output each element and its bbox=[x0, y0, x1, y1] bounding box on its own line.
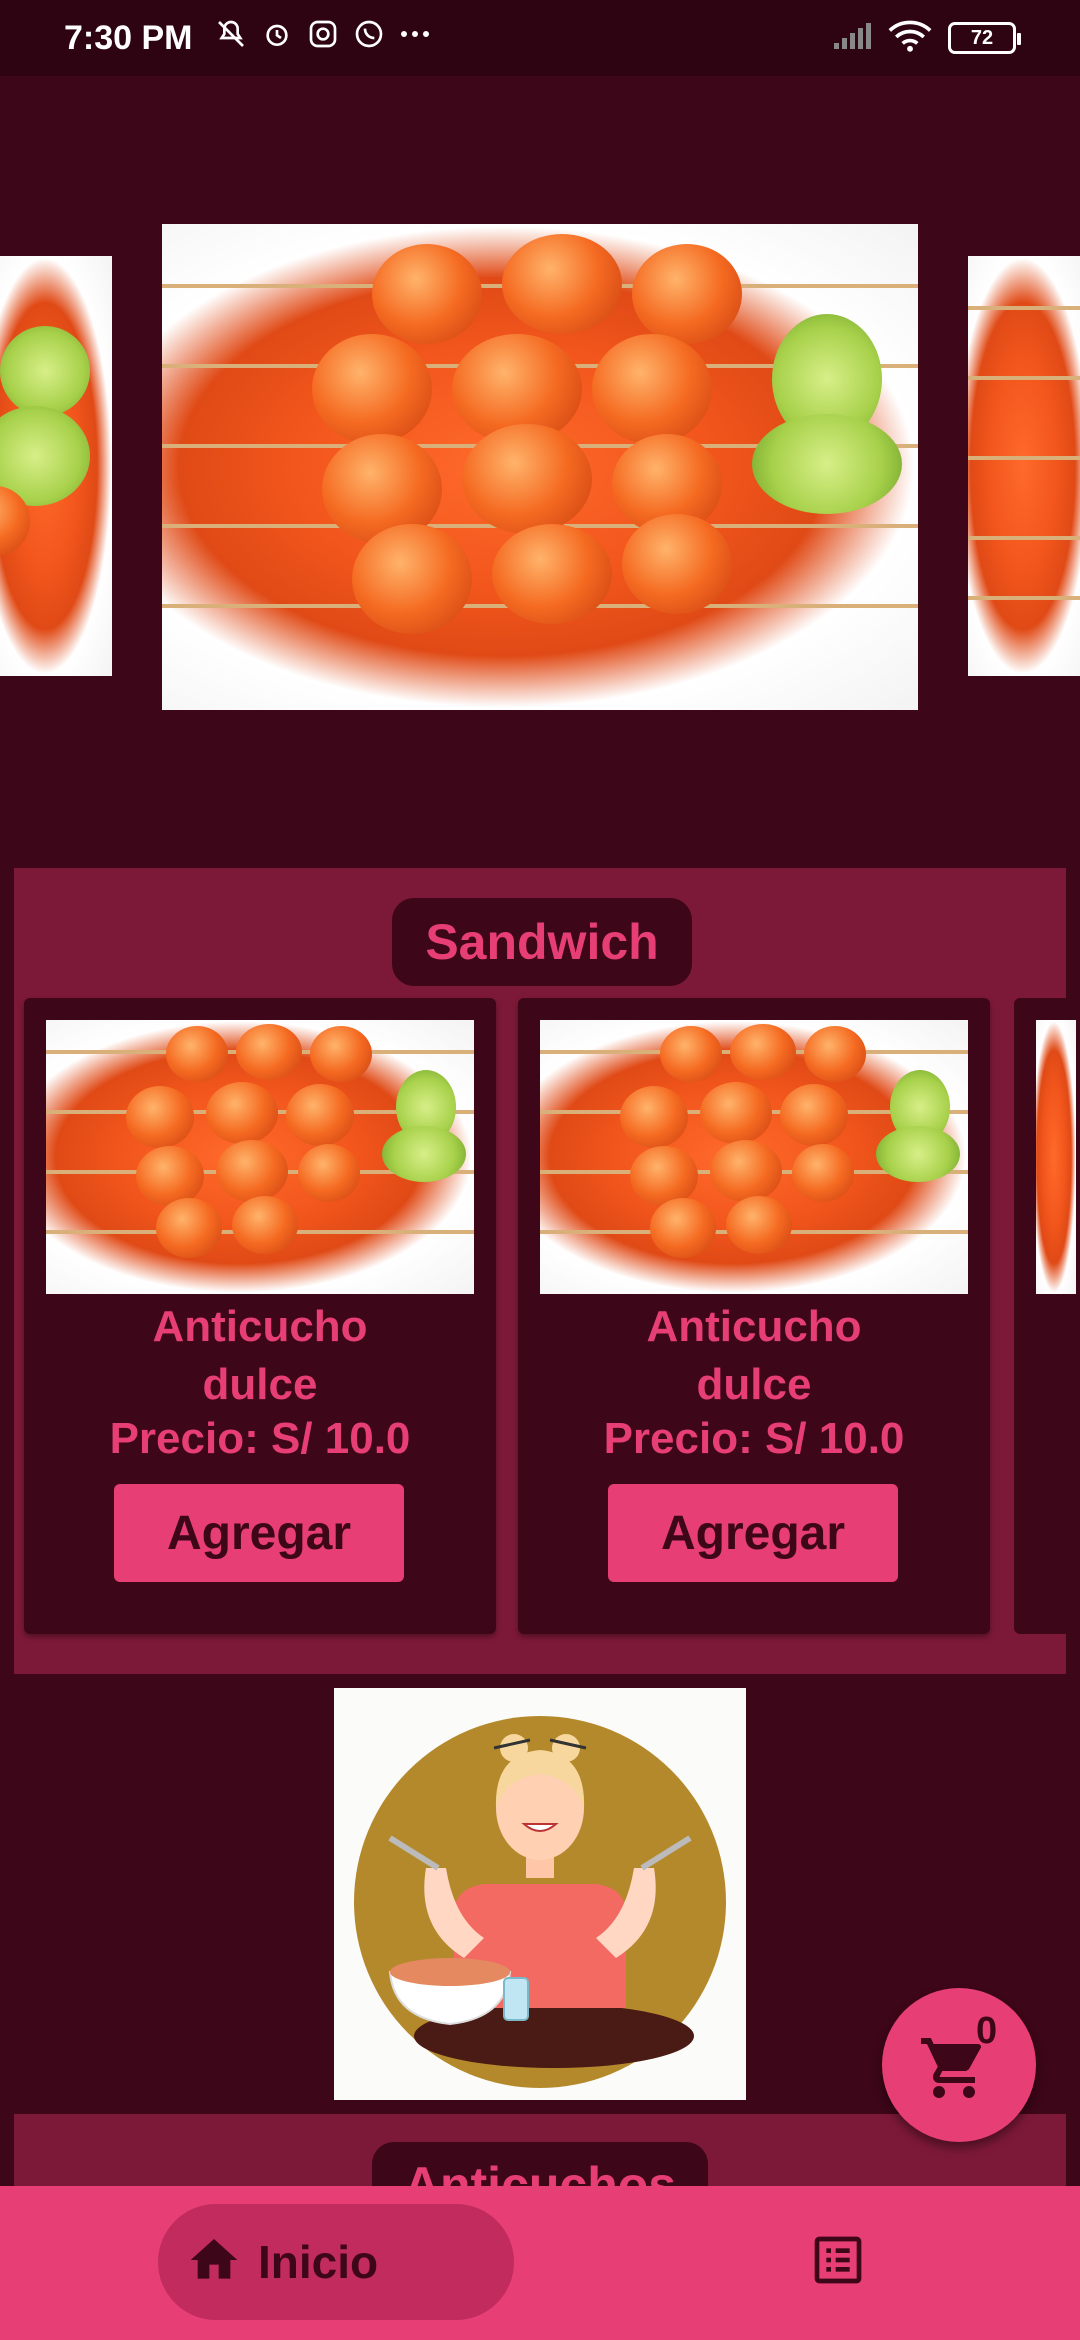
section-title: Sandwich bbox=[392, 898, 692, 986]
status-bar: 7:30 PM 72 bbox=[0, 0, 1080, 76]
instagram-icon bbox=[307, 18, 339, 58]
carousel-image-right[interactable] bbox=[968, 256, 1080, 676]
add-to-cart-button[interactable]: Agregar bbox=[114, 1484, 404, 1582]
nav-item-orders[interactable] bbox=[810, 2232, 870, 2292]
image-carousel[interactable] bbox=[0, 76, 1080, 836]
nav-item-home[interactable]: Inicio bbox=[158, 2204, 514, 2320]
product-name-line2: dulce bbox=[202, 1360, 318, 1409]
product-name-line1: Anticucho bbox=[646, 1302, 862, 1351]
cart-button[interactable]: 0 bbox=[882, 1988, 1036, 2142]
woman-eating-illustration bbox=[334, 1688, 746, 2100]
carousel-image-left[interactable] bbox=[0, 256, 112, 676]
carousel-image-main[interactable] bbox=[162, 224, 918, 710]
product-card: Anticucho dulce Precio: S/ 10.0 Agregar bbox=[24, 998, 496, 1634]
more-dots-icon bbox=[399, 18, 433, 58]
signal-icon bbox=[832, 21, 872, 56]
product-name: Anticucho dulce bbox=[24, 1298, 496, 1414]
nav-home-label: Inicio bbox=[258, 2236, 379, 2288]
notification-icons bbox=[215, 18, 433, 58]
add-to-cart-button[interactable]: Agregar bbox=[608, 1484, 898, 1582]
product-price: Precio: S/ 10.0 bbox=[603, 1414, 905, 1463]
product-image bbox=[46, 1020, 474, 1294]
product-name: Anticucho dulce bbox=[518, 1298, 990, 1414]
list-icon bbox=[810, 2236, 866, 2292]
product-name-line1: Anticucho bbox=[152, 1302, 368, 1351]
product-name-line2: dulce bbox=[696, 1360, 812, 1409]
product-card: Anticucho dulce Precio: S/ 10.0 Agregar bbox=[518, 998, 990, 1634]
category-section-sandwich: Sandwich Anticucho dulce Precio: S/ 10.0… bbox=[14, 868, 1080, 1674]
bell-off-icon bbox=[215, 18, 247, 58]
product-card-partial[interactable] bbox=[1014, 998, 1080, 1634]
battery-level: 72 bbox=[970, 26, 994, 49]
status-time: 7:30 PM bbox=[64, 18, 193, 57]
product-price: Precio: S/ 10.0 bbox=[109, 1414, 411, 1463]
wifi-icon bbox=[888, 19, 932, 58]
bottom-navigation: Inicio bbox=[0, 2186, 1080, 2340]
system-icons: 72 bbox=[832, 19, 1021, 58]
battery-icon: 72 bbox=[948, 22, 1021, 54]
product-image bbox=[540, 1020, 968, 1294]
product-image bbox=[1036, 1020, 1076, 1294]
alarm-icon bbox=[261, 18, 293, 58]
home-icon bbox=[186, 2232, 242, 2293]
whatsapp-icon bbox=[353, 18, 385, 58]
